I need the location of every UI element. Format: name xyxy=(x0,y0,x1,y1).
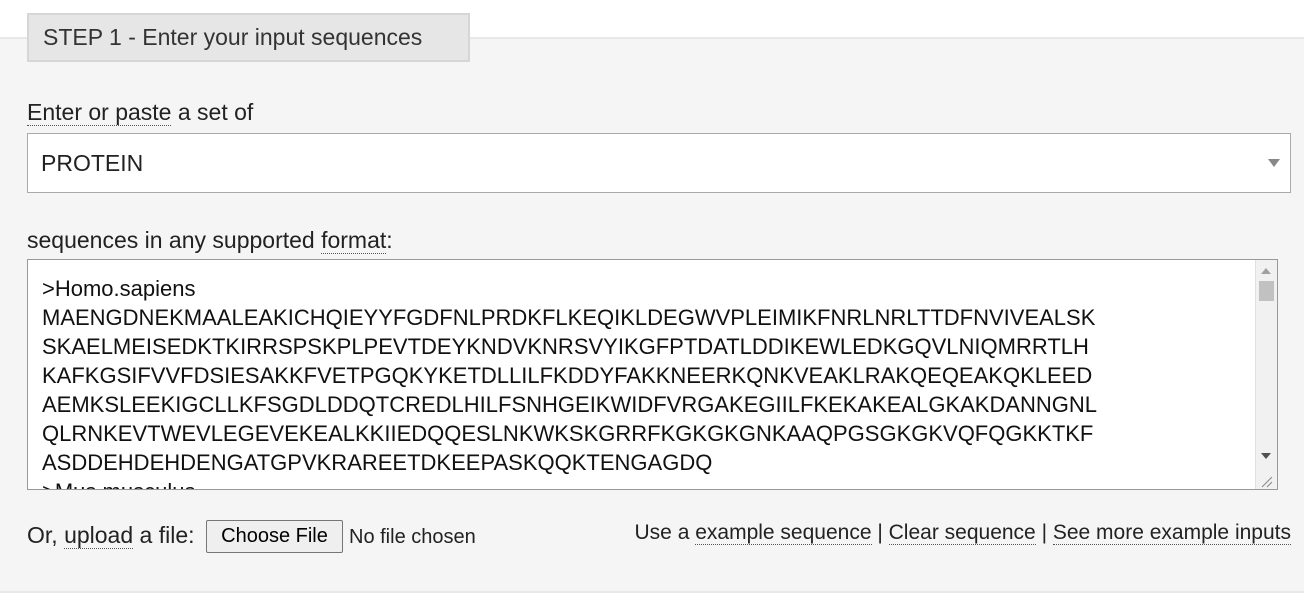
clear-sequence-link[interactable]: Clear sequence xyxy=(888,521,1036,545)
choose-file-button[interactable]: Choose File xyxy=(206,520,343,553)
textarea-scrollbar[interactable] xyxy=(1255,260,1277,489)
sequences-label-colon: : xyxy=(386,227,393,253)
sequence-textarea[interactable]: >Homo.sapiens MAENGDNEKMAALEAKICHQIEYYFG… xyxy=(27,259,1278,490)
scrollbar-thumb[interactable] xyxy=(1259,281,1274,301)
step-legend-text: STEP 1 - Enter your input sequences xyxy=(43,24,423,50)
format-help-link[interactable]: format xyxy=(321,227,387,254)
more-examples-link[interactable]: See more example inputs xyxy=(1052,521,1291,545)
sequences-label-text: sequences in any supported xyxy=(27,227,322,253)
sequence-text: >Homo.sapiens MAENGDNEKMAALEAKICHQIEYYFG… xyxy=(42,276,1098,489)
links-prefix: Use a xyxy=(634,521,696,544)
sequence-type-value: PROTEIN xyxy=(41,150,144,176)
links-separator: | xyxy=(871,521,889,544)
sequence-type-label-text: a set of xyxy=(171,99,254,125)
sequences-label: sequences in any supported format: xyxy=(27,227,393,254)
resize-grip-icon[interactable] xyxy=(1258,474,1274,488)
upload-label: Or, upload a file: xyxy=(27,522,195,549)
enter-or-paste-help[interactable]: Enter or paste xyxy=(27,99,172,126)
scroll-down-arrow-icon[interactable] xyxy=(1261,453,1271,459)
example-sequence-link[interactable]: example sequence xyxy=(695,521,872,545)
upload-help-link[interactable]: upload xyxy=(64,522,134,549)
example-links: Use a example sequence | Clear sequence … xyxy=(635,521,1291,545)
chevron-down-icon xyxy=(1268,159,1280,167)
step-legend: STEP 1 - Enter your input sequences xyxy=(27,13,470,62)
scroll-up-arrow-icon[interactable] xyxy=(1261,268,1271,274)
sequence-type-label: Enter or paste a set of xyxy=(27,99,253,126)
file-status: No file chosen xyxy=(349,526,476,548)
sequence-type-select[interactable]: PROTEIN xyxy=(27,133,1291,193)
links-separator: | xyxy=(1035,521,1053,544)
upload-label-pre: Or, xyxy=(27,522,65,548)
upload-label-post: a file: xyxy=(133,522,195,548)
